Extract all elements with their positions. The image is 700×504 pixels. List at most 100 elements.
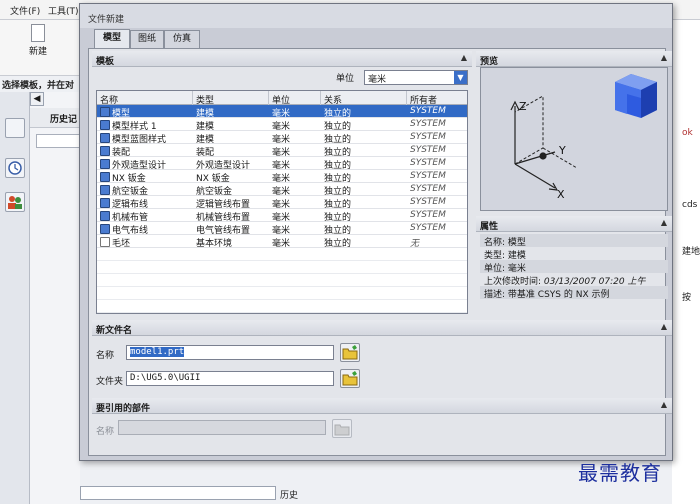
bottom-field[interactable] [80, 486, 276, 500]
table-row[interactable]: 模型 建模 毫米 独立的 SYSTEM [97, 105, 467, 118]
column-header-relation[interactable]: 关系 [321, 91, 407, 106]
right-fragment-1: ok [682, 128, 693, 138]
table-cell-unit: 毫米 [272, 239, 291, 248]
new-file-label: 新建 [28, 47, 47, 57]
table-cell-unit: 毫米 [272, 213, 291, 222]
table-cell-relation: 独立的 [324, 239, 352, 248]
table-cell-type: 建模 [196, 135, 215, 144]
empty-row [97, 261, 467, 274]
table-row[interactable]: 逻辑布线 逻辑管线布置 毫米 独立的 SYSTEM [97, 196, 467, 209]
table-cell-owner: SYSTEM [410, 197, 446, 207]
table-cell-owner: SYSTEM [410, 223, 446, 233]
collapse-icon[interactable]: ▲ [659, 322, 669, 332]
folder-input[interactable]: D:\UG5.0\UGII [126, 371, 334, 386]
browse-folder-button[interactable] [340, 369, 360, 388]
table-cell-relation: 独立的 [324, 200, 352, 209]
property-row: 单位: 毫米 [480, 260, 668, 274]
model-icon [100, 107, 110, 117]
bottom-history-label: 历史 [280, 491, 299, 501]
graphics-area-edge [672, 20, 700, 504]
templates-section-title: 模板 [96, 57, 115, 67]
preview-axis-y: Y [558, 144, 566, 157]
table-cell-name: 模型 [97, 105, 193, 118]
logical-routing-icon [100, 198, 110, 208]
collapse-icon[interactable]: ▲ [659, 53, 669, 63]
tab-drawing[interactable]: 图纸 [130, 30, 164, 48]
table-row[interactable]: 电气布线 电气管线布置 毫米 独立的 SYSTEM [97, 222, 467, 235]
assembly-icon [100, 146, 110, 156]
preview-axis-x: X [557, 188, 565, 201]
property-row: 类型: 建模 [484, 251, 526, 261]
table-cell-type: 装配 [196, 148, 215, 157]
new-file-button[interactable]: 新建 [20, 24, 56, 64]
back-arrow-icon[interactable]: ◀ [30, 92, 44, 106]
right-fragment-4: 按 [682, 293, 692, 303]
column-header-owner[interactable]: 所有者 [407, 91, 467, 106]
table-cell-owner: SYSTEM [410, 132, 446, 142]
column-header-unit[interactable]: 单位 [269, 91, 321, 106]
elec-routing-icon [100, 224, 110, 234]
tab-simulation[interactable]: 仿真 [164, 30, 200, 48]
folder-value: D:\UG5.0\UGII [130, 373, 201, 383]
browse-name-button[interactable] [340, 343, 360, 362]
chevron-down-icon[interactable]: ▼ [454, 71, 467, 84]
new-file-section-title: 新文件名 [96, 326, 133, 336]
history-header-label: 历史记 [50, 115, 78, 125]
properties-section-header[interactable]: 属性 ▲ [476, 216, 672, 232]
table-row[interactable]: 装配 装配 毫米 独立的 SYSTEM [97, 144, 467, 157]
tab-model[interactable]: 模型 [94, 29, 130, 48]
column-header-name[interactable]: 名称 [97, 91, 193, 106]
new-file-name-label: 名称 [96, 351, 115, 361]
shape-studio-icon [100, 159, 110, 169]
preview-section-header[interactable]: 预览 ▲ [476, 51, 672, 67]
referenced-name-input[interactable] [118, 420, 326, 435]
part-navigator-icon[interactable] [5, 118, 25, 138]
table-cell-type: 电气管线布置 [196, 226, 251, 235]
collapse-icon[interactable]: ▲ [659, 218, 669, 228]
new-file-section-header[interactable]: 新文件名 ▲ [92, 320, 672, 336]
table-cell-name: 毛坯 [97, 235, 193, 248]
roles-icon[interactable] [5, 192, 25, 212]
history-filter-input[interactable] [36, 134, 80, 148]
referenced-section-header[interactable]: 要引用的部件 ▲ [92, 398, 672, 414]
browse-referenced-button[interactable] [332, 419, 352, 438]
table-cell-owner: SYSTEM [410, 119, 446, 129]
history-header: 历史记 [30, 108, 80, 128]
dialog-titlebar[interactable]: 文件新建 [80, 4, 672, 28]
templates-section-header[interactable]: 模板 ▲ [92, 51, 472, 67]
resource-bar [0, 92, 30, 504]
templates-table-header: 名称 类型 单位 关系 所有者 [97, 91, 467, 106]
table-row[interactable]: 机械布管 机械管线布置 毫米 独立的 SYSTEM [97, 209, 467, 222]
table-row[interactable]: 外观造型设计 外观造型设计 毫米 独立的 SYSTEM [97, 157, 467, 170]
table-cell-type: 逻辑管线布置 [196, 200, 251, 209]
column-header-type[interactable]: 类型 [193, 91, 269, 106]
folder-label: 文件夹 [96, 377, 124, 387]
table-cell-owner: 无 [410, 239, 420, 248]
empty-row [97, 287, 467, 300]
table-row[interactable]: 模型蓝图样式 建模 毫米 独立的 SYSTEM [97, 131, 467, 144]
table-cell-unit: 毫米 [272, 187, 291, 196]
empty-row [97, 248, 467, 261]
table-row[interactable]: NX 钣金 NX 钣金 毫米 独立的 SYSTEM [97, 170, 467, 183]
table-row[interactable]: 航空钣金 航空钣金 毫米 独立的 SYSTEM [97, 183, 467, 196]
menu-file[interactable]: 文件(F) [10, 4, 40, 17]
table-cell-relation: 独立的 [324, 174, 352, 183]
templates-table: 名称 类型 单位 关系 所有者 模型 建模 毫米 独立的 SYSTEM 模型样式 1 建模毫… [96, 90, 468, 314]
menu-tools[interactable]: 工具(T) [48, 4, 79, 17]
collapse-icon[interactable]: ▲ [659, 400, 669, 410]
template-preview: Z Y X [480, 67, 668, 211]
table-cell-name: 装配 [97, 144, 193, 157]
collapse-icon[interactable]: ▲ [459, 53, 469, 63]
new-file-name-input[interactable]: model1.prt [126, 345, 334, 360]
table-row[interactable]: 毛坯 基本环境 毫米 独立的 无 [97, 235, 467, 248]
table-cell-unit: 毫米 [272, 161, 291, 170]
table-cell-owner: SYSTEM [410, 145, 446, 155]
empty-row [97, 313, 468, 314]
history-clock-icon[interactable] [5, 158, 25, 178]
unit-select[interactable]: 毫米 ▼ [364, 70, 468, 85]
toolbar: 新建 [0, 20, 80, 76]
table-cell-unit: 毫米 [272, 122, 291, 131]
table-cell-unit: 毫米 [272, 174, 291, 183]
table-row[interactable]: 模型样式 1 建模 毫米 独立的 SYSTEM [97, 118, 467, 131]
table-cell-relation: 独立的 [324, 226, 352, 235]
